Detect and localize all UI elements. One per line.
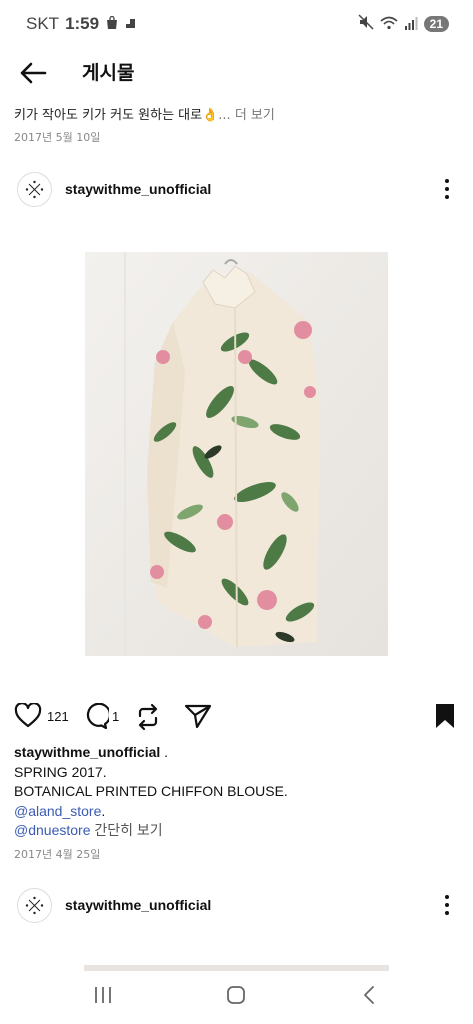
shopping-bag-icon <box>105 15 119 34</box>
status-bar: SKT 1:59 21 <box>0 0 473 48</box>
system-nav-bar <box>0 972 473 1024</box>
wifi-icon <box>380 15 398 34</box>
mention-link[interactable]: @dnuestore <box>14 822 90 838</box>
post-caption: staywithme_unofficial . SPRING 2017. BOT… <box>14 743 288 841</box>
battery-level: 21 <box>423 16 449 32</box>
caption-mention-line: @aland_store. <box>14 802 288 822</box>
status-right: 21 <box>358 14 449 34</box>
carrier-label: SKT <box>26 14 60 33</box>
more-link[interactable]: ... 더 보기 <box>218 108 275 123</box>
like-count[interactable]: 121 <box>47 709 69 724</box>
kebab-icon[interactable] <box>440 176 454 202</box>
caption-line: SPRING 2017. <box>14 763 107 780</box>
send-icon[interactable] <box>184 703 212 733</box>
page-title: 게시물 <box>82 62 135 84</box>
avatar[interactable] <box>17 172 52 207</box>
arrow-left-icon[interactable] <box>18 58 48 88</box>
post-username[interactable]: staywithme_unofficial <box>65 181 211 197</box>
previous-post-date: 2017년 5월 10일 <box>14 131 101 144</box>
collapse-link[interactable]: 간단히 보기 <box>90 822 162 838</box>
post-photo[interactable] <box>85 252 388 656</box>
caption-header-line: staywithme_unofficial . <box>14 743 288 763</box>
caption-username[interactable]: staywithme_unofficial <box>14 744 160 760</box>
kebab-icon[interactable] <box>440 892 454 918</box>
heart-icon[interactable] <box>14 702 42 733</box>
status-left: SKT 1:59 <box>26 14 137 34</box>
clock: 1:59 <box>65 14 100 33</box>
caption-mention-line: @dnuestore 간단히 보기 <box>14 821 288 841</box>
bookmark-icon[interactable] <box>434 703 456 733</box>
comment-count[interactable]: 1 <box>112 709 119 724</box>
signal-icon <box>404 15 418 34</box>
caption-line: BOTANICAL PRINTED CHIFFON BLOUSE. <box>14 783 288 799</box>
mute-icon <box>358 14 374 34</box>
caption-after-username: . <box>160 744 169 760</box>
post-header: staywithme_unofficial <box>0 170 473 210</box>
post-header: staywithme_unofficial <box>0 886 473 926</box>
post-date: 2017년 4월 25일 <box>14 848 101 861</box>
post-username[interactable]: staywithme_unofficial <box>65 897 211 913</box>
comment-icon[interactable] <box>81 702 112 733</box>
app-header: 게시물 <box>0 52 473 92</box>
post-actions: 121 1 <box>0 700 473 734</box>
nav-back-icon[interactable] <box>358 984 380 1010</box>
avatar[interactable] <box>17 888 52 923</box>
mention-link[interactable]: @aland_store <box>14 803 101 819</box>
notification-icon <box>125 15 137 34</box>
previous-post-caption: 키가 작아도 키가 커도 원하는 대로👌... 더 보기 <box>14 104 275 123</box>
home-icon[interactable] <box>225 984 247 1010</box>
mention-suffix: . <box>101 802 106 819</box>
recent-apps-icon[interactable] <box>92 984 114 1010</box>
caption-text: 키가 작아도 키가 커도 원하는 대로👌 <box>14 108 219 123</box>
post-photo[interactable] <box>84 965 389 971</box>
repost-icon[interactable] <box>135 703 161 735</box>
